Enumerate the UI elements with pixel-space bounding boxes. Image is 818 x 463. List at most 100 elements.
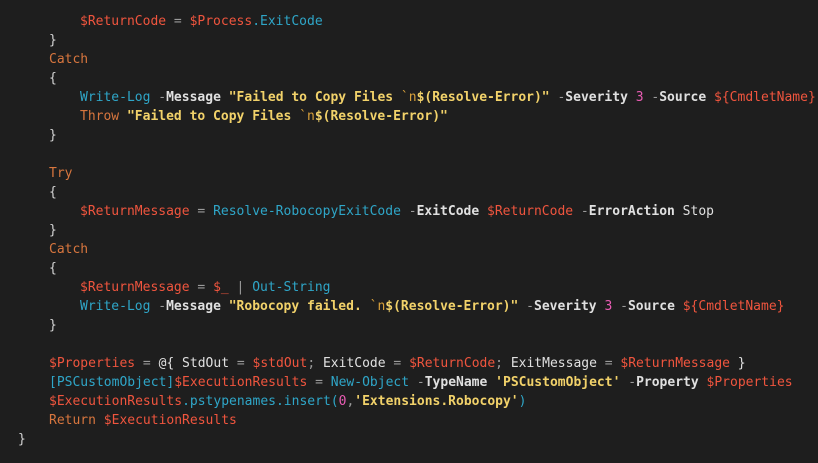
code-token: Catch <box>49 242 89 257</box>
code-token: New-Object <box>330 375 410 390</box>
code-token: $stdOut <box>252 356 308 371</box>
code-token: ; <box>495 356 503 371</box>
code-line[interactable]: Catch <box>49 50 88 69</box>
code-line[interactable]: $Properties = @{ StdOut = $stdOut; ExitC… <box>49 354 746 373</box>
code-token: Severity <box>534 299 597 314</box>
code-token: ${CmdletName} <box>706 90 816 105</box>
code-line[interactable]: [PSCustomObject]$ExecutionResults = New-… <box>49 373 793 392</box>
code-line[interactable]: } <box>18 430 26 449</box>
code-token: 3 <box>627 90 644 105</box>
code-token: ExitCode <box>315 356 386 371</box>
code-token: $ReturnMessage <box>620 356 730 371</box>
code-line[interactable]: $ReturnMessage = $_ | Out-String <box>80 278 330 297</box>
code-token: $ReturnCode <box>479 204 574 219</box>
code-token: ; <box>307 356 316 371</box>
code-token: { <box>49 185 57 200</box>
code-token: ) <box>518 394 527 409</box>
code-token: = <box>596 356 621 371</box>
code-token: $(Resolve-Error)" <box>314 109 448 124</box>
code-line[interactable]: { <box>49 69 57 88</box>
code-token: "Robocopy failed. <box>228 299 370 314</box>
code-token: { <box>49 71 57 86</box>
code-line[interactable]: } <box>49 126 57 145</box>
code-token: Stop <box>674 204 714 219</box>
code-token: - <box>409 375 425 390</box>
code-token: = <box>385 356 410 371</box>
code-line[interactable]: } <box>49 31 57 50</box>
code-token: 'PSCustomObject' <box>495 375 621 390</box>
code-token: ErrorAction <box>588 204 675 219</box>
code-token: = <box>135 356 159 371</box>
code-token: $ReturnCode <box>80 14 167 29</box>
code-token: Throw <box>80 109 120 124</box>
code-line[interactable]: $ReturnCode = $Process.ExitCode <box>80 12 323 31</box>
code-token: 3 <box>596 299 613 314</box>
code-token: $Properties <box>698 375 793 390</box>
code-token: Write-Log <box>80 299 151 314</box>
code-token: } <box>49 33 57 48</box>
code-line[interactable]: } <box>49 221 57 240</box>
code-token: - <box>400 204 417 219</box>
code-token: = <box>189 280 214 295</box>
code-line[interactable]: Catch <box>49 240 88 259</box>
code-line[interactable]: $ExecutionResults.pstypenames.insert(0,'… <box>49 392 526 411</box>
code-token: `n <box>369 299 386 314</box>
code-token: { <box>49 261 57 276</box>
code-token: `n <box>400 90 417 105</box>
code-line[interactable]: { <box>49 183 57 202</box>
code-token: @{ <box>158 356 175 371</box>
code-editor[interactable]: $ReturnCode = $Process.ExitCode} Catch { Wr… <box>0 0 818 463</box>
code-token: - <box>150 299 167 314</box>
code-line[interactable]: Try <box>49 164 72 183</box>
code-token: } <box>49 318 57 333</box>
code-token: } <box>18 432 26 447</box>
code-token: "Failed to Copy Files <box>228 90 401 105</box>
code-line[interactable]: Throw "Failed to Copy Files `n$(Resolve-… <box>80 107 448 126</box>
code-token: - <box>573 204 589 219</box>
code-token: Property <box>636 375 699 390</box>
code-token: ExitCode <box>416 204 480 219</box>
code-token: $ReturnMessage <box>80 280 190 295</box>
code-token: 'Extensions.Robocopy' <box>354 394 519 409</box>
code-token: - <box>620 375 637 390</box>
code-line[interactable]: $ReturnMessage = Resolve-RobocopyExitCod… <box>80 202 714 221</box>
code-token: TypeName <box>424 375 488 390</box>
code-token: ${CmdletName} <box>674 299 785 314</box>
code-token: .pstypenames.insert( <box>182 394 339 409</box>
code-token: Source <box>627 299 675 314</box>
code-token: $(Resolve-Error)" <box>385 299 519 314</box>
code-token: - <box>643 90 660 105</box>
code-token: $ExecutionResults <box>95 413 237 428</box>
code-token: `n <box>299 109 315 124</box>
code-token: $ReturnMessage <box>80 204 190 219</box>
code-token: Source <box>659 90 707 105</box>
code-token: Severity <box>565 90 628 105</box>
code-token: Write-Log <box>80 90 151 105</box>
code-line[interactable]: { <box>49 259 57 278</box>
code-token: $Properties <box>49 356 136 371</box>
code-token: .ExitCode <box>252 14 323 29</box>
code-line[interactable]: Write-Log -Message "Failed to Copy Files… <box>80 88 816 107</box>
code-token: = <box>307 375 331 390</box>
code-token: $Process <box>189 14 253 29</box>
code-token: - <box>150 90 167 105</box>
code-line[interactable]: Write-Log -Message "Robocopy failed. `n$… <box>80 297 784 316</box>
code-token: Resolve-RobocopyExitCode <box>213 204 401 219</box>
code-token: ExitMessage <box>503 356 597 371</box>
code-token: = <box>166 14 190 29</box>
code-token: = <box>189 204 214 219</box>
code-token: - <box>518 299 534 314</box>
code-token: - <box>549 90 566 105</box>
code-line[interactable]: Return $ExecutionResults <box>49 411 237 430</box>
code-token: "Failed to Copy Files <box>126 109 300 124</box>
code-token: [PSCustomObject] <box>49 375 175 390</box>
code-token: $ExecutionResults <box>49 394 183 409</box>
code-token: Message <box>166 299 221 314</box>
code-line[interactable]: } <box>49 316 57 335</box>
code-token: } <box>729 356 746 371</box>
code-token: | <box>228 280 253 295</box>
